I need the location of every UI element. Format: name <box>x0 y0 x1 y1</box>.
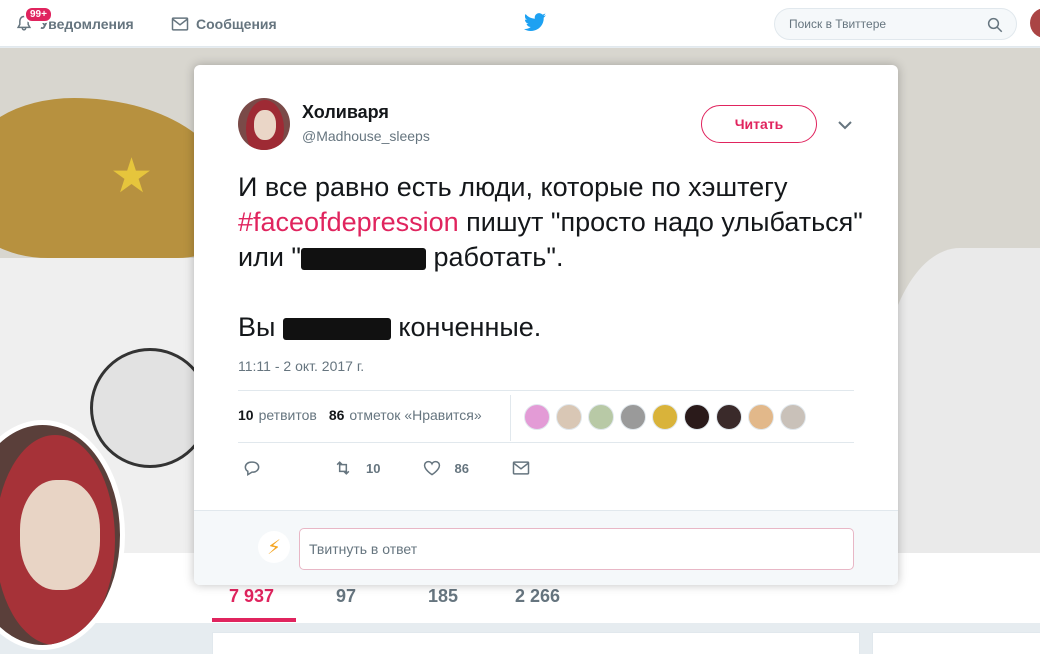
like-button[interactable]: 86 <box>422 458 469 478</box>
likes-label: отметок «Нравится» <box>349 407 482 423</box>
reply-placeholder: Твитнуть в ответ <box>309 541 418 557</box>
liker-avatar[interactable] <box>780 404 806 430</box>
liker-avatar[interactable] <box>620 404 646 430</box>
liker-avatar[interactable] <box>588 404 614 430</box>
direct-message-button[interactable] <box>511 458 543 478</box>
tweet-text: И все равно есть люди, которые по хэштег… <box>238 170 868 345</box>
reply-icon <box>244 461 260 476</box>
avatar-face <box>20 480 100 590</box>
reply-user-avatar: ⚡ <box>258 531 290 563</box>
liker-avatar[interactable] <box>748 404 774 430</box>
messages-label: Сообщения <box>196 15 277 32</box>
tweet-timestamp[interactable]: 11:11 - 2 окт. 2017 г. <box>238 358 364 374</box>
envelope-icon <box>171 16 189 31</box>
top-navigation: Уведомления 99+ Сообщения Поиск в Твитте… <box>0 0 1040 47</box>
notifications-nav[interactable]: Уведомления 99+ <box>14 0 134 47</box>
divider <box>238 442 854 443</box>
heart-icon <box>424 460 441 476</box>
retweet-icon <box>336 461 350 475</box>
liker-avatar[interactable] <box>652 404 678 430</box>
retweet-button[interactable]: 10 <box>332 458 380 478</box>
liker-avatar[interactable] <box>556 404 582 430</box>
tweet-text-para2-end: конченные. <box>390 312 542 342</box>
stat-likes[interactable]: 2 266 <box>515 586 560 607</box>
stats-separator <box>510 395 511 441</box>
chevron-down-icon[interactable] <box>837 120 853 130</box>
stat-followers[interactable]: 185 <box>428 586 458 607</box>
active-tab-underline <box>212 618 296 622</box>
search-icon[interactable] <box>986 16 1004 34</box>
stat-following[interactable]: 97 <box>336 586 356 607</box>
tweet-text-part1: И все равно есть люди, которые по хэштег… <box>238 172 788 202</box>
retweet-count: 10 <box>366 460 381 476</box>
reply-button[interactable] <box>242 458 274 478</box>
follow-button[interactable]: Читать <box>701 105 817 143</box>
tweet-actions: 10 86 <box>242 458 575 478</box>
redacted-word <box>282 317 391 340</box>
notifications-badge: 99+ <box>24 6 53 23</box>
tweet-author-avatar[interactable] <box>238 98 290 150</box>
reply-input[interactable]: Твитнуть в ответ <box>299 528 854 570</box>
likers-avatars <box>524 404 812 430</box>
tweet-modal: Холиваря @Madhouse_sleeps Читать И все р… <box>194 65 898 585</box>
timeline-card <box>212 632 860 654</box>
star-icon: ★ <box>110 150 154 203</box>
likes-count: 86 <box>328 407 345 423</box>
reply-area: ⚡ Твитнуть в ответ <box>194 510 898 585</box>
liker-avatar[interactable] <box>524 404 550 430</box>
avatar-face <box>254 110 276 140</box>
tweet-text-part3: работать". <box>426 242 564 272</box>
notifications-label: Уведомления <box>40 15 134 32</box>
like-count: 86 <box>454 460 469 476</box>
banner-propeller-shape <box>90 348 210 468</box>
hashtag-link[interactable]: #faceofdepression <box>238 207 459 237</box>
side-card <box>872 632 1040 654</box>
envelope-icon <box>512 461 530 475</box>
liker-avatar[interactable] <box>684 404 710 430</box>
search-input[interactable]: Поиск в Твиттере <box>774 8 1017 40</box>
messages-nav[interactable]: Сообщения <box>170 0 277 47</box>
tweet-stats: 10 ретвитов 86 отметок «Нравится» <box>238 407 482 423</box>
retweets-stat[interactable]: 10 ретвитов <box>238 407 317 423</box>
tweet-text-para2-start: Вы <box>238 312 283 342</box>
twitter-bird-icon[interactable] <box>523 12 547 34</box>
tweet-text-paragraph2: Вы конченные. <box>238 310 868 345</box>
divider <box>238 390 854 391</box>
redacted-word <box>301 247 427 270</box>
liker-avatar[interactable] <box>716 404 742 430</box>
retweets-label: ретвитов <box>258 407 317 423</box>
search-placeholder: Поиск в Твиттере <box>789 17 887 31</box>
retweets-count: 10 <box>238 407 254 423</box>
tweet-author-handle[interactable]: @Madhouse_sleeps <box>302 128 430 144</box>
banner-shape-right <box>880 248 1040 553</box>
tweet-author-name[interactable]: Холиваря <box>302 102 389 123</box>
likes-stat[interactable]: 86 отметок «Нравится» <box>329 407 482 423</box>
stat-tweets[interactable]: 7 937 <box>229 586 274 607</box>
account-avatar[interactable] <box>1030 8 1040 38</box>
